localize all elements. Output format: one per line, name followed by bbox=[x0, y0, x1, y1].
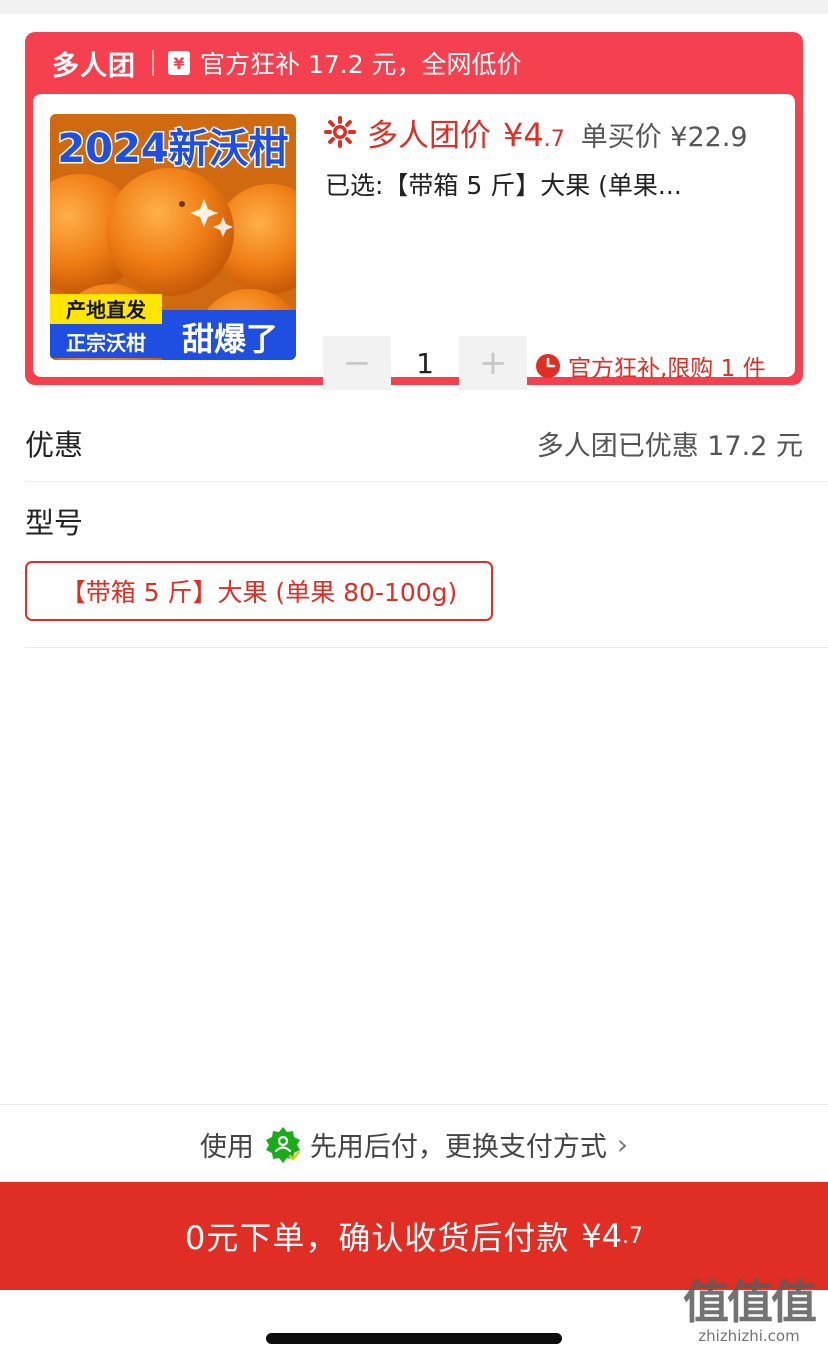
payment-method-text: 先用后付，更换支付方式 bbox=[309, 1131, 607, 1163]
burst-icon bbox=[324, 116, 356, 148]
selected-variant-text: 已选:【带箱 5 斤】大果 (单果... bbox=[325, 171, 682, 200]
model-label: 型号 bbox=[25, 506, 84, 540]
payment-prefix: 使用 bbox=[199, 1131, 254, 1163]
image-tag-big: 甜爆了 bbox=[182, 320, 278, 358]
subsidy-text: 官方狂补 17.2 元，全网低价 bbox=[200, 50, 522, 79]
image-tag-bottom: 正宗沃柑 bbox=[66, 331, 146, 355]
discount-row[interactable]: 优惠 多人团已优惠 17.2 元 bbox=[25, 405, 803, 481]
order-button-text: 0元下单，确认收货后付款 bbox=[184, 1219, 570, 1257]
watermark-url: zhizhizhi.com bbox=[698, 1327, 800, 1345]
solo-price: 单买价 ¥22.9 bbox=[580, 122, 748, 153]
discount-label: 优惠 bbox=[25, 428, 84, 462]
quantity-stepper: − 1 + bbox=[323, 336, 527, 390]
purchase-limit-text: 官方狂补,限购 1 件 bbox=[568, 356, 766, 382]
decrease-quantity-button[interactable]: − bbox=[323, 336, 391, 390]
chevron-right-icon: › bbox=[616, 1127, 629, 1161]
payment-method-content: 使用 先用后付，更换支付方式 › bbox=[200, 1125, 628, 1164]
discount-value: 多人团已优惠 17.2 元 bbox=[536, 430, 803, 462]
credit-badge-icon bbox=[265, 1127, 301, 1163]
group-buy-card: 多人团 ¥ 官方狂补 17.2 元，全网低价 2024新沃柑 产地直发 正宗沃柑… bbox=[25, 32, 803, 390]
group-buy-header: 多人团 ¥ 官方狂补 17.2 元，全网低价 bbox=[25, 32, 803, 94]
image-title: 2024新沃柑 bbox=[57, 126, 288, 172]
product-image[interactable]: 2024新沃柑 产地直发 正宗沃柑 甜爆了 bbox=[50, 114, 296, 360]
product-summary: 2024新沃柑 产地直发 正宗沃柑 甜爆了 多人团价 ¥4 .7 单买价 ¥22… bbox=[33, 94, 795, 390]
payment-method-row[interactable]: 使用 先用后付，更换支付方式 › bbox=[0, 1104, 828, 1183]
site-watermark: 值值值 zhizhizhi.com bbox=[676, 1275, 822, 1359]
group-price: ¥4 bbox=[503, 116, 544, 154]
increase-quantity-button[interactable]: + bbox=[459, 336, 527, 390]
yuan-coin-icon: ¥ bbox=[168, 51, 190, 75]
group-price-label: 多人团价 bbox=[367, 118, 491, 154]
product-image-art: 2024新沃柑 产地直发 正宗沃柑 甜爆了 bbox=[50, 114, 296, 360]
home-indicator[interactable] bbox=[266, 1333, 562, 1344]
image-tag-top: 产地直发 bbox=[66, 298, 147, 322]
top-strip bbox=[0, 0, 828, 14]
quantity-value[interactable]: 1 bbox=[391, 347, 459, 380]
divider bbox=[25, 647, 828, 648]
model-option-chip[interactable]: 【带箱 5 斤】大果 (单果 80-100g) bbox=[25, 561, 493, 621]
divider bbox=[25, 481, 828, 482]
place-order-button[interactable]: 0元下单，确认收货后付款 ¥4.7 bbox=[0, 1182, 828, 1290]
price-line: 多人团价 ¥4.7 单买价 ¥22.9 bbox=[323, 110, 748, 154]
order-button-price-decimal: .7 bbox=[622, 1223, 644, 1249]
watermark-logo: 值值值 bbox=[683, 1275, 817, 1329]
order-button-price: ¥4 bbox=[581, 1217, 623, 1255]
group-price-decimal: .7 bbox=[543, 127, 565, 152]
header-separator bbox=[152, 50, 154, 76]
group-buy-brand: 多人团 bbox=[52, 50, 136, 82]
clock-icon bbox=[536, 354, 560, 378]
purchase-limit: 官方狂补,限购 1 件 bbox=[535, 349, 766, 383]
